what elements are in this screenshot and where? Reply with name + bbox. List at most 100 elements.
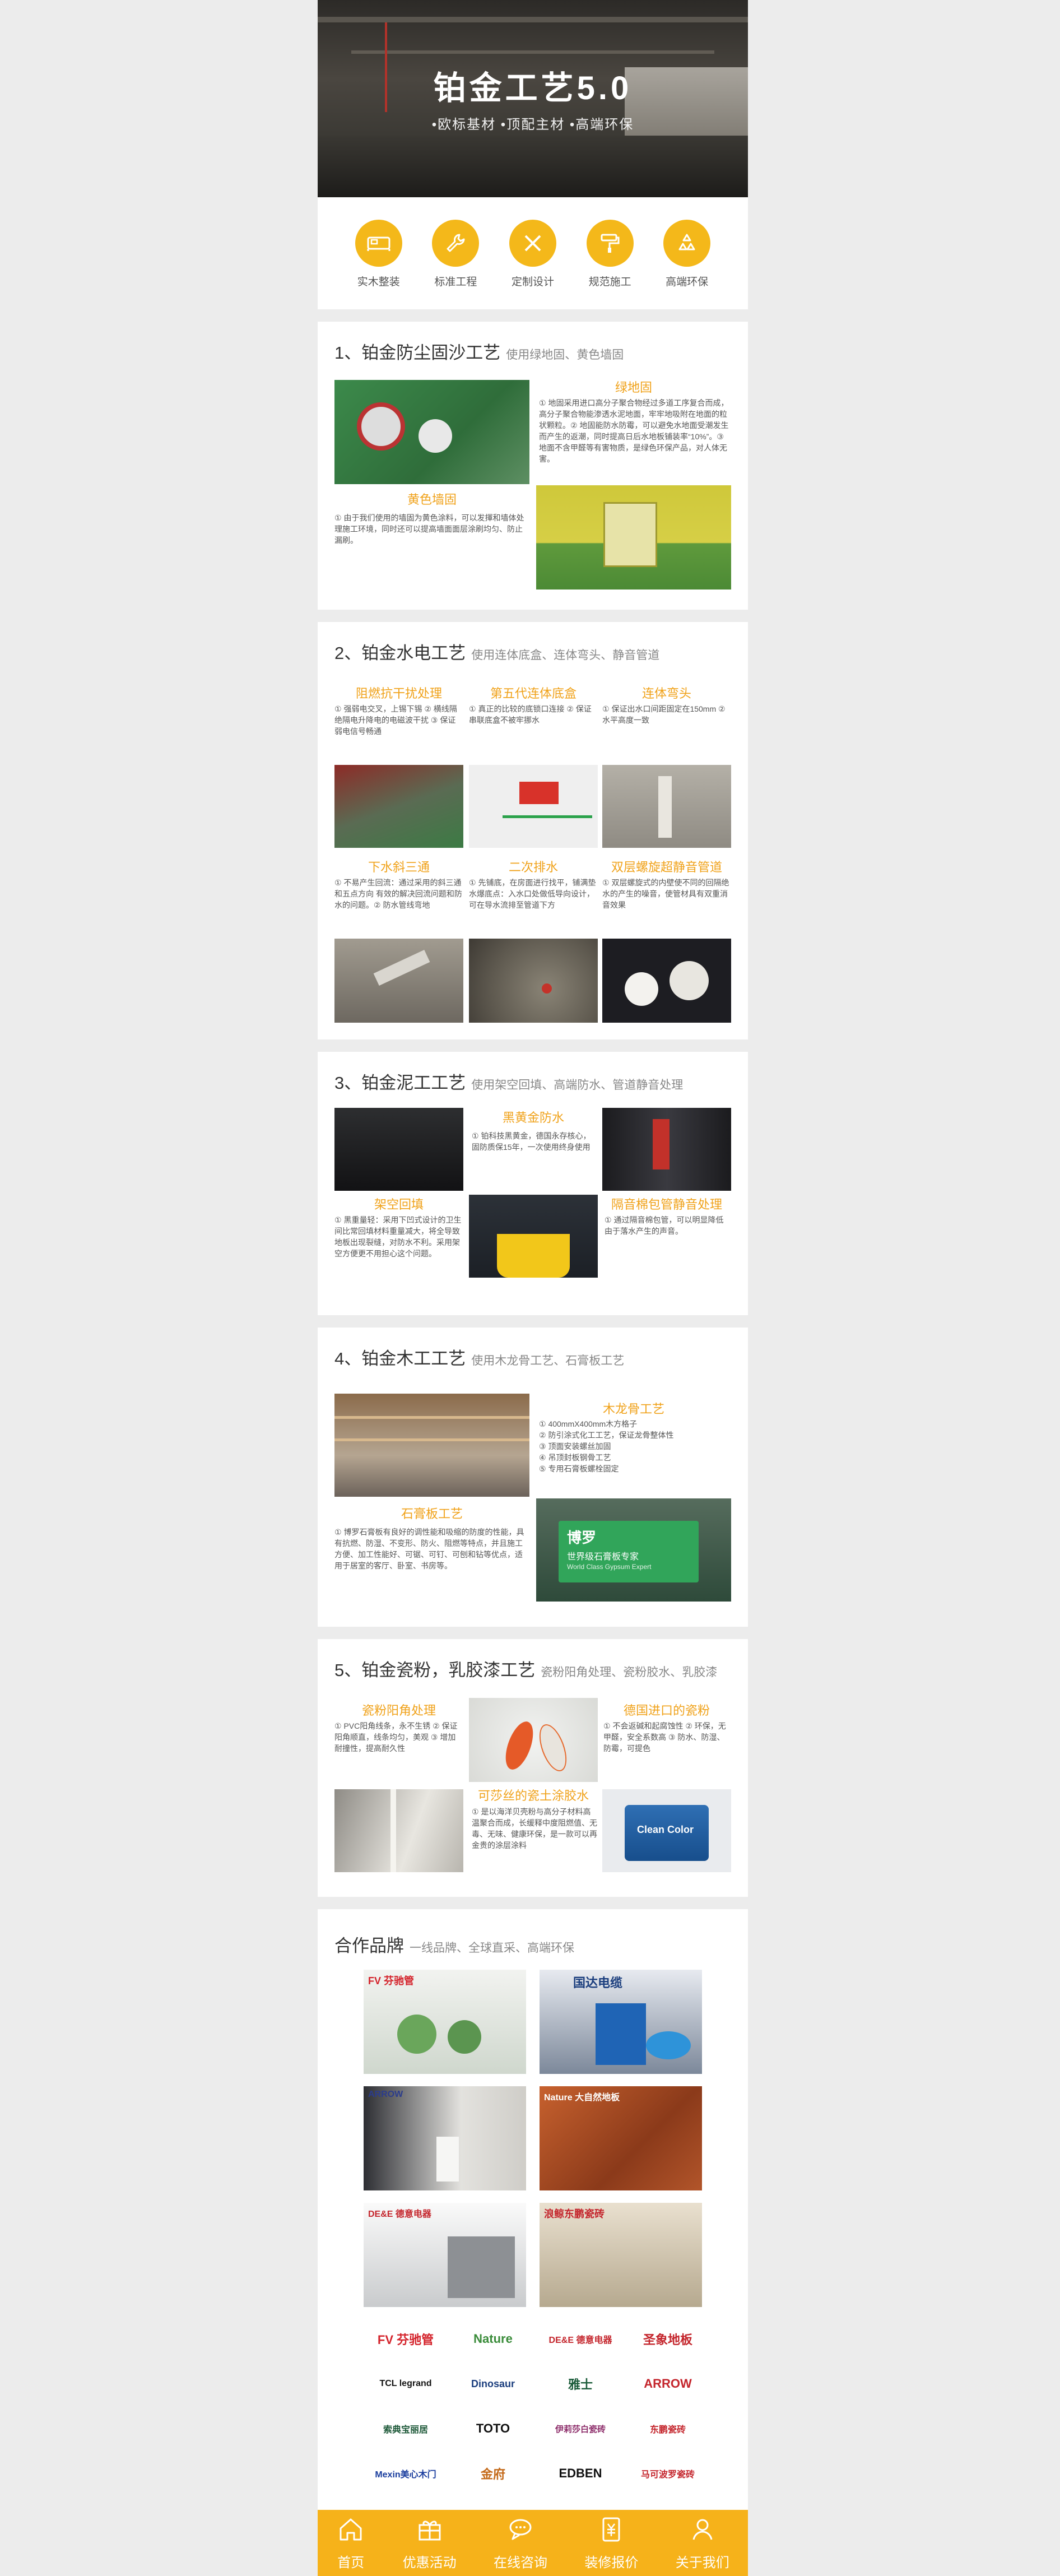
brand-logo[interactable]: ARROW	[626, 2366, 710, 2402]
brand-tile-label: 浪鲸东鹏瓷砖	[544, 2208, 605, 2220]
hero-subtitle: •欧标基材 •顶配主材 •高端环保	[431, 117, 634, 132]
subsection-title: 瓷粉阳角处理	[361, 1704, 436, 1718]
section-carpentry: 4、铂金木工工艺 使用木龙骨工艺、石膏板工艺 木龙骨工艺 ① 400mmX400m…	[318, 1328, 748, 1627]
brand-photo-tile[interactable]: 国达电缆	[540, 1970, 702, 2074]
tabbar-wrap: 首页 优惠活动 在线咨询 装修报价 关于我们	[318, 2510, 748, 2576]
subsection-desc: ① PVC阳角线条，永不生锈 ② 保证阳角顺直，线条均匀，美观 ③ 增加耐撞性，…	[334, 1721, 458, 1753]
brand-logo[interactable]: 东鹏瓷砖	[626, 2411, 710, 2447]
brand-logo[interactable]: Dinosaur	[451, 2366, 535, 2402]
brand-photo-tile[interactable]: ARROW	[364, 2086, 526, 2190]
sign-line: World Class Gypsum Expert	[567, 1563, 652, 1571]
feature-row: 实木整装 标准工程 定制设计 规范施工 高端环保	[318, 197, 748, 309]
brand-photo-tile[interactable]: FV 芬驰管	[364, 1970, 526, 2074]
subsection-desc: ① 博罗石膏板有良好的调性能和吸缩的防度的性能，具有抗燃、防湿、不变形、防火、阻…	[334, 1528, 524, 1570]
brand-logo[interactable]: Mexin美心木门	[364, 2456, 448, 2491]
brand-logo[interactable]: Nature	[451, 2321, 535, 2357]
list-item: ⑤ 专用石膏板螺栓固定	[539, 1464, 619, 1473]
tab-label: 在线咨询	[493, 2555, 547, 2570]
brand-logo[interactable]: 马可波罗瓷砖	[626, 2456, 710, 2491]
list-item: ② 防引涂式化工工艺，保证龙骨整体性	[539, 1431, 674, 1440]
photo-wood-keel-ceiling	[334, 1394, 529, 1497]
section-masonry: 3、铂金泥工工艺 使用架空回填、高端防水、管道静音处理 黑黄金防水 ① 铂科技黑黄…	[318, 1052, 748, 1315]
feature-label: 定制设计	[511, 276, 554, 288]
hero-title: 铂金工艺5.0	[433, 70, 633, 106]
tab-promotions[interactable]: 优惠活动	[403, 2515, 457, 2571]
brand-logo[interactable]: 伊莉莎白瓷砖	[538, 2411, 622, 2447]
photo-green-floor-rolls	[334, 380, 529, 484]
tab-home[interactable]: 首页	[336, 2515, 365, 2571]
brand-logo[interactable]: 索典宝丽居	[364, 2411, 448, 2447]
photo-corner-strip	[334, 1789, 463, 1872]
section-title: 4、铂金木工工艺 使用木龙骨工艺、石膏板工艺	[334, 1349, 625, 1368]
feature-label: 实木整装	[357, 276, 400, 288]
photo-floor-drain	[469, 939, 598, 1023]
tab-label: 优惠活动	[402, 2555, 457, 2570]
brand-photo-tile[interactable]: DE&E 德意电器	[364, 2203, 526, 2307]
brand-photo-tile[interactable]: Nature 大自然地板	[540, 2086, 702, 2190]
subsection-desc: ① 真正的比较的底锁口连接 ② 保证串联底盒不被牢挪水	[469, 704, 592, 725]
subsection-desc: ① 不会返碱和起腐蚀性 ② 环保，无甲醛，安全系数高 ③ 防水、防湿、防霉，可提…	[603, 1721, 726, 1753]
list-item: ③ 顶面安装螺丝加固	[539, 1442, 611, 1451]
section-title: 3、铂金泥工工艺 使用架空回填、高端防水、管道静音处理	[334, 1073, 684, 1093]
subsection-desc: ① 铂科技黑黄金，德国永存核心，固防质保15年，一次使用终身使用	[472, 1131, 591, 1152]
brand-logo[interactable]: EDBEN	[538, 2456, 622, 2491]
wrench-icon	[432, 220, 480, 267]
brand-logo[interactable]: 雅士	[538, 2366, 622, 2402]
section-brands: 合作品牌 一线品牌、全球直采、高端环保 FV 芬驰管 国达电缆 ARROW Nat…	[318, 1909, 748, 2570]
tab-quote[interactable]: 装修报价	[584, 2515, 638, 2571]
tab-consult[interactable]: 在线咨询	[494, 2515, 547, 2571]
feature-item: 高端环保	[656, 220, 718, 309]
section-title: 5、铂金瓷粉，乳胶漆工艺 瓷粉阳角处理、瓷粉胶水、乳胶漆	[334, 1660, 718, 1680]
list-item: ④ 吊顶封板钢骨工艺	[539, 1453, 611, 1462]
subsection-title: 黄色墙固	[407, 493, 457, 507]
brand-logo[interactable]: 金府	[451, 2456, 535, 2491]
subsection-title: 可莎丝的瓷土涂胶水	[477, 1789, 589, 1803]
brand-logo[interactable]: TCL legrand	[364, 2366, 448, 2402]
subsection-desc: ① 保证出水口间距固定在150mm ② 水平高度一致	[602, 704, 726, 725]
feature-item: 实木整装	[348, 220, 410, 309]
keel-list: ① 400mmX400mm木方格子 ② 防引涂式化工工艺，保证龙骨整体性 ③ 顶…	[539, 1418, 729, 1474]
subsection-title: 双层螺旋超静音管道	[611, 860, 722, 874]
home-icon	[340, 2518, 362, 2541]
brand-photo-tile[interactable]: 浪鲸东鹏瓷砖	[540, 2203, 702, 2307]
photo-koi-fish	[469, 1698, 598, 1782]
brand-logo[interactable]: DE&E 德意电器	[538, 2321, 622, 2357]
brand-tile-label: Nature 大自然地板	[544, 2093, 620, 2102]
subsection-desc: ① 通过隔音棉包管，可以明显降低由于落水产生的声音。	[605, 1215, 724, 1236]
brand-tile-label: FV 芬驰管	[368, 1975, 415, 1986]
feature-item: 规范施工	[579, 220, 641, 309]
brand-tile-label: 国达电缆	[573, 1976, 623, 1990]
brand-tile-label: DE&E 德意电器	[368, 2210, 431, 2219]
photo-insulated-pipe	[602, 1108, 731, 1191]
list-item: ① 400mmX400mm木方格子	[539, 1419, 638, 1428]
chat-icon	[509, 2519, 532, 2540]
brand-logo[interactable]: 圣象地板	[626, 2321, 710, 2357]
feature-item: 标准工程	[425, 220, 486, 309]
subsection-desc: ① 先铺底，在房面进行找平，铺满垫水爆底点：入水口处做低导向设计，可在导水流排至…	[469, 878, 596, 909]
subsection-desc: ① 是以海洋贝壳粉与高分子材料高温聚合而成，长缓释中度阻燃值、无毒、无味、健康环…	[472, 1807, 597, 1850]
subsection-title: 黑黄金防水	[502, 1111, 564, 1125]
feature-label: 规范施工	[588, 276, 631, 288]
tab-about[interactable]: 关于我们	[676, 2515, 729, 2571]
brand-logo[interactable]: TOTO	[451, 2411, 535, 2447]
quote-icon	[602, 2517, 620, 2542]
recycle-icon	[663, 220, 711, 267]
tab-label: 首页	[337, 2555, 365, 2570]
room-floor	[318, 136, 748, 197]
photo-silent-pipes	[602, 939, 731, 1023]
section-title: 合作品牌 一线品牌、全球直采、高端环保	[334, 1936, 574, 1956]
ceiling-beam	[351, 50, 714, 54]
feature-item: 定制设计	[502, 220, 564, 309]
brand-logo[interactable]: FV 芬驰管	[364, 2321, 448, 2357]
subsection-title: 隔音棉包管静音处理	[611, 1198, 722, 1212]
photo-gypsum-sign: 博罗 世界级石膏板专家 World Class Gypsum Expert	[536, 1498, 731, 1602]
tab-label: 关于我们	[675, 2555, 729, 2570]
subsection-desc: ① 由于我们使用的墙固为黄色涂料，可以发揮和墙体处理施工环境，同时还可以提高墙面…	[334, 513, 524, 545]
photo-elbow-joints	[602, 765, 731, 848]
tab-label: 装修报价	[584, 2555, 639, 2570]
section-title: 2、铂金水电工艺 使用连体底盒、连体弯头、静音管道	[334, 643, 660, 663]
subsection-title: 阻燃抗干扰处理	[355, 686, 442, 700]
subsection-title: 石膏板工艺	[401, 1507, 463, 1521]
ceiling-beam	[318, 17, 748, 22]
feature-label: 高端环保	[666, 276, 709, 288]
